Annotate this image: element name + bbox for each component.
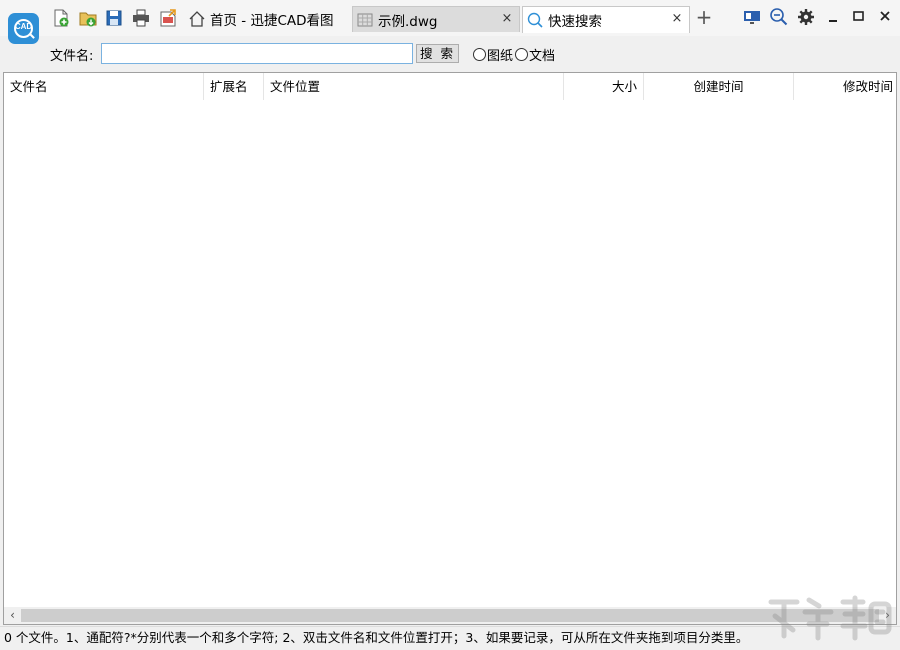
search-icon [526, 11, 544, 29]
new-file-icon[interactable] [51, 8, 71, 28]
radio-drawing-label: 图纸 [487, 49, 514, 64]
search-bar: 文件名: 搜 索 图纸 文档 [0, 36, 900, 72]
scroll-left-icon[interactable]: ‹ [4, 607, 21, 624]
zoom-out-icon[interactable] [768, 7, 790, 27]
close-icon[interactable] [874, 7, 896, 27]
results-list[interactable]: 文件名 扩展名 文件位置 大小 创建时间 修改时间 ‹ › [3, 72, 897, 625]
column-header-location[interactable]: 文件位置 [264, 73, 564, 100]
add-tab-icon[interactable]: + [694, 6, 714, 28]
tab-drawing-file[interactable]: 示例.dwg × [352, 6, 520, 32]
grid-icon [356, 11, 374, 29]
title-bar: CAD 首页 - 迅捷CAD看图 示例.dwg × 快速搜索 × + [0, 0, 900, 44]
search-button[interactable]: 搜 索 [416, 44, 459, 63]
close-tab-icon[interactable]: × [671, 11, 683, 26]
radio-drawing[interactable]: 图纸 [473, 45, 513, 64]
display-mode-icon[interactable] [741, 7, 763, 27]
tab-label: 首页 - 迅捷CAD看图 [210, 13, 334, 29]
column-header-size[interactable]: 大小 [564, 73, 644, 100]
filename-search-input[interactable] [101, 43, 413, 64]
list-header: 文件名 扩展名 文件位置 大小 创建时间 修改时间 [4, 73, 896, 100]
scrollbar-thumb[interactable] [21, 609, 879, 622]
radio-document-label: 文档 [529, 49, 556, 64]
tab-label: 快速搜索 [548, 14, 602, 30]
radio-document[interactable]: 文档 [515, 45, 555, 64]
save-icon[interactable] [104, 8, 124, 28]
column-header-created[interactable]: 创建时间 [644, 73, 794, 100]
tab-label: 示例.dwg [378, 13, 438, 30]
radio-circle-icon [473, 48, 486, 61]
tab-home[interactable]: 首页 - 迅捷CAD看图 [185, 6, 347, 32]
open-file-icon[interactable] [78, 8, 98, 28]
column-header-filename[interactable]: 文件名 [4, 73, 204, 100]
maximize-icon[interactable] [848, 7, 870, 27]
column-header-modified[interactable]: 修改时间 [794, 73, 896, 100]
app-logo[interactable]: CAD [8, 13, 39, 44]
close-tab-icon[interactable]: × [501, 11, 513, 26]
export-icon[interactable] [158, 8, 178, 28]
column-header-extension[interactable]: 扩展名 [204, 73, 264, 100]
logo-handle [29, 33, 35, 39]
print-icon[interactable] [131, 8, 151, 28]
watermark-logo [765, 590, 895, 645]
settings-gear-icon[interactable] [795, 7, 817, 27]
horizontal-scrollbar[interactable]: ‹ › [4, 607, 896, 624]
tab-quick-search[interactable]: 快速搜索 × [522, 6, 690, 33]
radio-circle-icon [515, 48, 528, 61]
minimize-icon[interactable] [822, 7, 844, 27]
filename-label: 文件名: [50, 49, 94, 64]
logo-text: CAD [14, 22, 33, 31]
home-icon [188, 10, 206, 28]
